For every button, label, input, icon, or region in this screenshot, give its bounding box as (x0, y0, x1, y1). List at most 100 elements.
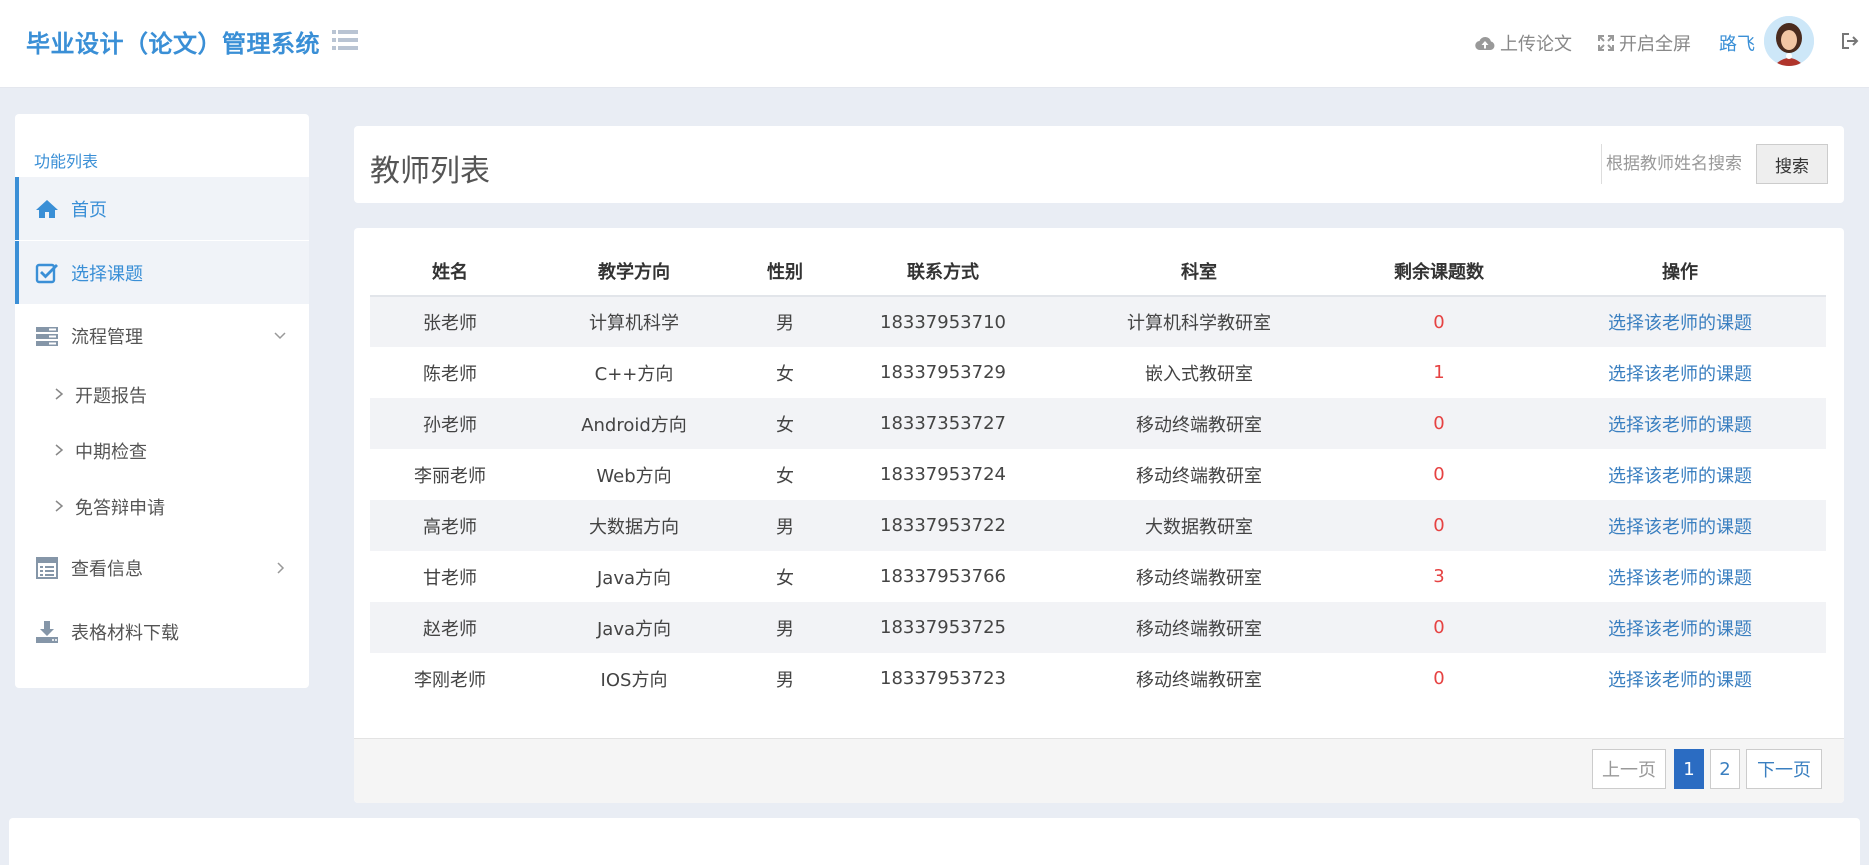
table-row: 孙老师 Android方向 女 18337353727 移动终端教研室 0 选择… (370, 398, 1826, 449)
cell-phone: 18337953766 (880, 566, 1006, 587)
cloud-upload-icon (1475, 36, 1495, 51)
cell-remaining: 0 (1344, 398, 1534, 449)
column-header[interactable]: 姓名 (370, 246, 530, 297)
fullscreen-link[interactable]: 开启全屏 (1598, 30, 1691, 56)
cell-dept: 移动终端教研室 (1054, 602, 1344, 653)
pagination-bar: 上一页 1 2 下一页 (354, 738, 1844, 803)
column-header[interactable]: 教学方向 (530, 246, 738, 297)
cell-phone: 18337353727 (832, 398, 1054, 449)
column-header[interactable]: 操作 (1534, 246, 1826, 297)
sidebar-subitem-midterm[interactable]: 中期检查 (15, 426, 309, 474)
cell-direction: Android方向 (530, 398, 738, 449)
cell-dept: 移动终端教研室 (1136, 567, 1262, 589)
checkbox-icon (35, 263, 58, 283)
sidebar-item-home[interactable]: 首页 (15, 177, 309, 240)
cell-name: 李刚老师 (414, 669, 486, 691)
cell-remaining: 0 (1433, 464, 1445, 485)
next-page-button[interactable]: 下一页 (1746, 749, 1822, 789)
info-list-icon (36, 556, 58, 579)
cell-gender: 女 (738, 398, 832, 449)
cell-phone: 18337953724 (880, 464, 1006, 485)
cell-name: 高老师 (370, 500, 530, 551)
sidebar-item-downloads[interactable]: 表格材料下载 (15, 600, 309, 663)
cell-name: 张老师 (370, 296, 530, 347)
expand-icon (1598, 35, 1614, 51)
sidebar-item-view-info[interactable]: 查看信息 (15, 536, 309, 599)
select-teacher-topics-link[interactable]: 选择该老师的课题 (1608, 415, 1752, 436)
cell-name: 赵老师 (370, 602, 530, 653)
table-header-row: 姓名 教学方向 性别 联系方式 科室 剩余课题数 操作 (370, 246, 1826, 297)
home-icon (36, 199, 58, 218)
logout-icon[interactable] (1841, 32, 1859, 50)
search-button[interactable]: 搜索 (1756, 144, 1828, 184)
select-teacher-topics-link[interactable]: 选择该老师的课题 (1608, 517, 1752, 538)
cell-direction: Java方向 (530, 602, 738, 653)
cell-phone: 18337953729 (880, 362, 1006, 383)
column-header[interactable]: 联系方式 (832, 246, 1054, 297)
upload-paper-label: 上传论文 (1500, 34, 1572, 55)
chevron-right-icon (55, 444, 64, 456)
cell-phone: 18337953722 (832, 500, 1054, 551)
column-header[interactable]: 剩余课题数 (1344, 246, 1534, 297)
table-row: 赵老师 Java方向 男 18337953725 移动终端教研室 0 选择该老师… (370, 602, 1826, 653)
table-row: 陈老师 C++方向 女 18337953729 嵌入式教研室 1 选择该老师的课… (370, 347, 1826, 398)
sidebar-item-select-topic[interactable]: 选择课题 (15, 241, 309, 304)
cell-action: 选择该老师的课题 (1534, 398, 1826, 449)
cell-remaining: 0 (1433, 668, 1445, 689)
cell-phone: 18337953723 (880, 668, 1006, 689)
page-button-1[interactable]: 1 (1674, 749, 1704, 789)
cell-remaining: 3 (1433, 566, 1445, 587)
select-teacher-topics-link[interactable]: 选择该老师的课题 (1608, 364, 1752, 385)
sidebar-item-process[interactable]: 流程管理 (15, 304, 309, 367)
table-row: 李刚老师 IOS方向 男 18337953723 移动终端教研室 0 选择该老师… (370, 653, 1826, 704)
download-icon (36, 620, 58, 643)
column-header[interactable]: 科室 (1054, 246, 1344, 297)
select-teacher-topics-link[interactable]: 选择该老师的课题 (1608, 466, 1752, 487)
sidebar-subitem-proposal[interactable]: 开题报告 (15, 370, 309, 418)
cell-gender: 男 (738, 296, 832, 347)
cell-phone: 18337953710 (832, 296, 1054, 347)
table-row: 甘老师 Java方向 女 18337953766 移动终端教研室 3 选择该老师… (370, 551, 1826, 602)
cell-gender: 女 (776, 567, 794, 589)
cell-direction: C++方向 (594, 363, 674, 385)
cell-direction: 计算机科学 (530, 296, 738, 347)
table-row: 李丽老师 Web方向 女 18337953724 移动终端教研室 0 选择该老师… (370, 449, 1826, 500)
cell-action: 选择该老师的课题 (1534, 602, 1826, 653)
cell-direction: Java方向 (596, 567, 672, 589)
table-row: 张老师 计算机科学 男 18337953710 计算机科学教研室 0 选择该老师… (370, 296, 1826, 347)
select-teacher-topics-link[interactable]: 选择该老师的课题 (1608, 313, 1752, 334)
user-name[interactable]: 路飞 (1719, 30, 1755, 56)
cell-gender: 男 (776, 669, 794, 691)
search-input[interactable] (1601, 144, 1753, 184)
table-row: 高老师 大数据方向 男 18337953722 大数据教研室 0 选择该老师的课… (370, 500, 1826, 551)
select-teacher-topics-link[interactable]: 选择该老师的课题 (1608, 568, 1752, 589)
select-teacher-topics-link[interactable]: 选择该老师的课题 (1608, 670, 1752, 691)
app-brand[interactable]: 毕业设计（论文）管理系统 (26, 24, 320, 59)
cell-action: 选择该老师的课题 (1534, 500, 1826, 551)
cell-gender: 女 (776, 465, 794, 487)
avatar[interactable] (1764, 16, 1814, 66)
sidebar-subitem-label: 中期检查 (75, 442, 147, 463)
cell-name: 甘老师 (423, 567, 477, 589)
column-header[interactable]: 性别 (738, 246, 832, 297)
sidebar: 功能列表 首页 选择课题 流程管理 开题报告 中期检查 免答辩申请 查看信息 表… (15, 114, 309, 688)
chevron-down-icon (274, 331, 286, 339)
cell-action: 选择该老师的课题 (1534, 347, 1826, 398)
page-button-2[interactable]: 2 (1710, 749, 1740, 789)
prev-page-button[interactable]: 上一页 (1592, 749, 1666, 789)
cell-dept: 移动终端教研室 (1136, 669, 1262, 691)
cell-direction: 大数据方向 (530, 500, 738, 551)
cell-phone: 18337953725 (832, 602, 1054, 653)
upload-paper-link[interactable]: 上传论文 (1475, 30, 1572, 56)
select-teacher-topics-link[interactable]: 选择该老师的课题 (1608, 619, 1752, 640)
cell-direction: IOS方向 (600, 669, 668, 691)
list-icon[interactable] (332, 28, 358, 52)
page-title: 教师列表 (370, 154, 490, 189)
chevron-right-icon (55, 388, 64, 400)
sidebar-subitem-label: 开题报告 (75, 386, 147, 407)
cell-name: 李丽老师 (414, 465, 486, 487)
teacher-table-card: 姓名 教学方向 性别 联系方式 科室 剩余课题数 操作 张老师 计算机科学 男 … (354, 228, 1844, 803)
sidebar-subitem-exemption[interactable]: 免答辩申请 (15, 482, 309, 530)
cell-name: 陈老师 (423, 363, 477, 385)
cell-remaining: 0 (1344, 602, 1534, 653)
